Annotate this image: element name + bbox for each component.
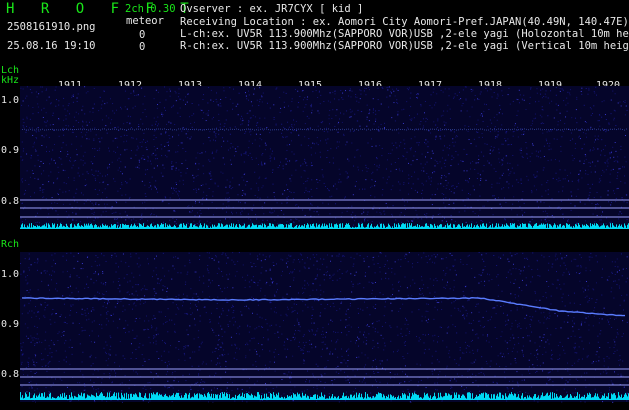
lch-spectrogram (20, 86, 629, 229)
spectrogram-canvas (20, 86, 629, 403)
rch-spectrogram (20, 252, 629, 403)
